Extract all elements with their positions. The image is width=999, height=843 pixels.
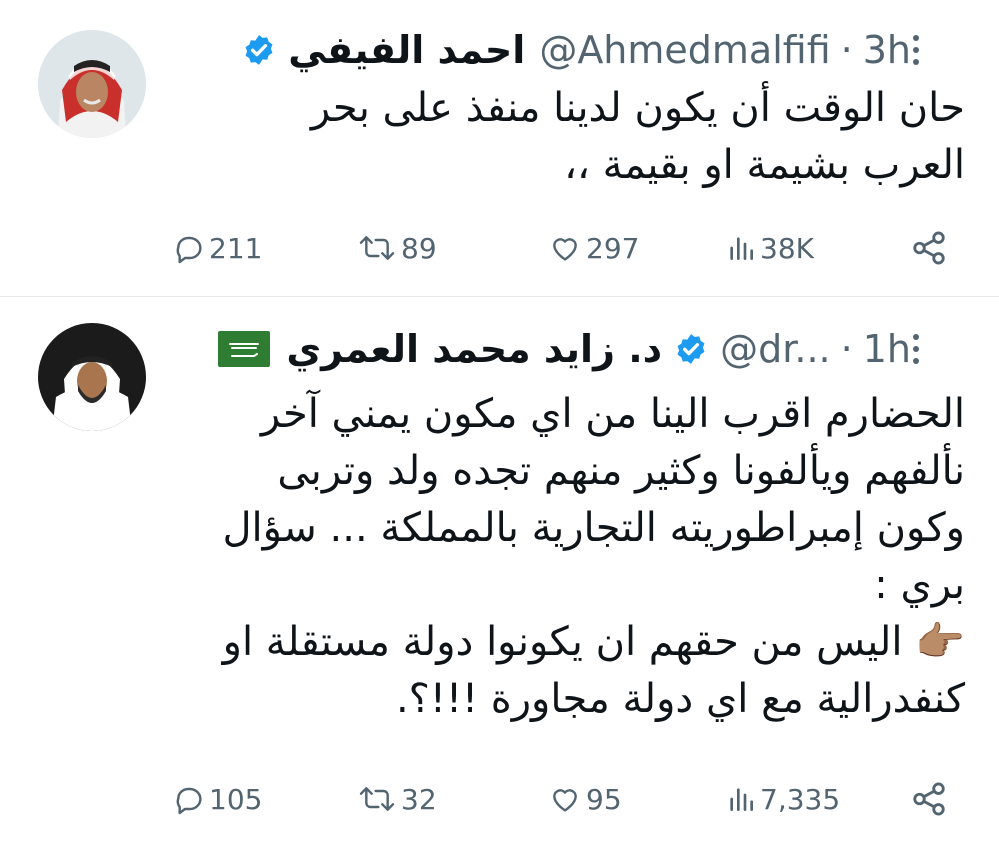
reply-button[interactable]: 211: [173, 228, 262, 268]
tweet-text: حان الوقت أن يكون لدينا منفذ على بحر الع…: [310, 85, 965, 188]
retweet-icon: [359, 787, 395, 811]
tweet[interactable]: د. زايد محمد العمري @dr... · 1h الحضارم …: [0, 297, 999, 843]
reply-icon: [176, 236, 202, 264]
verified-badge-icon: [242, 33, 276, 67]
views-button[interactable]: 38K: [726, 228, 814, 268]
views-button[interactable]: 7,335: [726, 779, 840, 819]
separator-dot: ·: [840, 28, 853, 72]
tweet-header: د. زايد محمد العمري @dr... · 1h: [218, 323, 963, 375]
timestamp[interactable]: 3h: [863, 28, 911, 72]
reply-count: 105: [209, 782, 263, 816]
more-icon[interactable]: [911, 34, 921, 66]
display-name[interactable]: د. زايد محمد العمري: [286, 327, 662, 371]
views-count: 7,335: [760, 782, 841, 816]
user-handle[interactable]: @dr...: [720, 327, 831, 371]
like-icon: [553, 238, 577, 261]
retweet-count: 32: [401, 782, 437, 816]
share-icon: [913, 231, 945, 265]
separator-dot: ·: [840, 327, 853, 371]
like-button[interactable]: 297: [548, 228, 639, 268]
avatar[interactable]: [38, 323, 146, 431]
retweet-count: 89: [401, 231, 437, 265]
views-count: 38K: [760, 231, 814, 265]
share-button[interactable]: [910, 228, 948, 268]
tweet-actions: 105 32 95 7,335: [0, 779, 999, 819]
tweet-actions: 211 89 297 38K: [0, 228, 999, 268]
retweet-icon: [359, 236, 395, 260]
reply-icon: [176, 787, 202, 815]
avatar[interactable]: [38, 30, 146, 138]
views-icon: [730, 237, 753, 260]
like-button[interactable]: 95: [548, 779, 622, 819]
like-count: 297: [586, 231, 640, 265]
verified-badge-icon: [674, 332, 708, 366]
retweet-button[interactable]: 89: [357, 228, 437, 268]
like-icon: [553, 789, 577, 812]
share-icon: [913, 782, 945, 816]
display-name[interactable]: احمد الفيفي: [288, 28, 525, 72]
retweet-button[interactable]: 32: [357, 779, 437, 819]
share-button[interactable]: [910, 779, 948, 819]
more-icon[interactable]: [911, 333, 921, 365]
saudi-flag-icon: [218, 331, 271, 367]
tweet[interactable]: احمد الفيفي @Ahmedmalfifi · 3h حان الوقت…: [0, 0, 999, 296]
timestamp[interactable]: 1h: [863, 327, 911, 371]
views-icon: [730, 788, 753, 811]
tweet-text: الحضارم اقرب الينا من اي مكون يمني آخر ن…: [222, 391, 965, 722]
user-handle[interactable]: @Ahmedmalfifi: [539, 28, 830, 72]
like-count: 95: [586, 782, 622, 816]
reply-count: 211: [209, 231, 263, 265]
reply-button[interactable]: 105: [173, 779, 262, 819]
tweet-header: احمد الفيفي @Ahmedmalfifi · 3h: [230, 24, 963, 76]
